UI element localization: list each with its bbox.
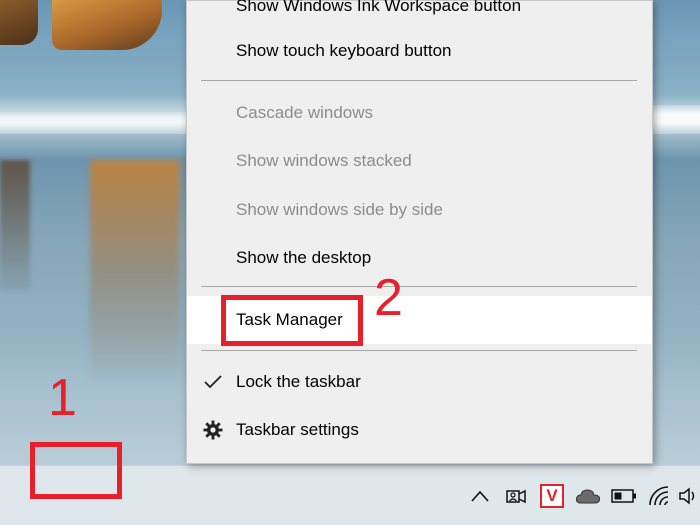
menu-item-label: Show windows side by side [236, 200, 443, 219]
speaker-icon[interactable] [678, 476, 700, 516]
system-tray: V [462, 466, 700, 525]
menu-item-label: Show touch keyboard button [236, 41, 452, 60]
menu-item-label: Show the desktop [236, 248, 372, 267]
menu-item-ink-workspace[interactable]: Show Windows Ink Workspace button [187, 0, 652, 29]
annotation-box-task-manager [221, 295, 363, 346]
wallpaper-rock-arch [52, 0, 162, 50]
menu-item-show-desktop[interactable]: Show the desktop [187, 235, 652, 281]
antivirus-letter: V [540, 484, 564, 508]
menu-item-lock-taskbar[interactable]: Lock the taskbar [187, 359, 652, 405]
wallpaper-reflection-left [0, 160, 30, 290]
menu-separator [201, 80, 637, 81]
antivirus-v-icon[interactable]: V [534, 476, 570, 516]
menu-item-label: Show Windows Ink Workspace button [236, 0, 522, 15]
cloud-icon[interactable] [570, 476, 606, 516]
taskbar-context-menu: Show Windows Ink Workspace button Show t… [186, 0, 653, 464]
menu-item-cascade-windows: Cascade windows [187, 90, 652, 136]
annotation-box-taskbar [30, 442, 122, 499]
wallpaper-reflection [90, 160, 180, 380]
menu-item-label: Show windows stacked [236, 151, 412, 170]
annotation-step-1: 1 [48, 369, 77, 427]
menu-item-windows-side-by-side: Show windows side by side [187, 187, 652, 233]
annotation-step-2: 2 [374, 269, 403, 327]
menu-item-label: Lock the taskbar [236, 372, 361, 391]
menu-item-windows-stacked: Show windows stacked [187, 138, 652, 184]
gear-icon [202, 419, 224, 441]
menu-item-touch-keyboard[interactable]: Show touch keyboard button [187, 28, 652, 74]
wallpaper-rock-left [0, 0, 38, 45]
wallpaper-wave-right [652, 105, 700, 125]
menu-item-taskbar-settings[interactable]: Taskbar settings [187, 407, 652, 453]
checkmark-icon [202, 371, 224, 393]
menu-item-label: Cascade windows [236, 103, 374, 122]
menu-item-label: Taskbar settings [236, 420, 359, 439]
menu-separator [201, 286, 637, 287]
meet-now-icon[interactable] [498, 476, 534, 516]
battery-icon[interactable] [606, 476, 642, 516]
menu-separator [201, 350, 637, 351]
chevron-up-icon[interactable] [462, 476, 498, 516]
wifi-icon[interactable] [642, 476, 678, 516]
desktop-screen: V Show Windows Ink Workspace button Show… [0, 0, 700, 525]
